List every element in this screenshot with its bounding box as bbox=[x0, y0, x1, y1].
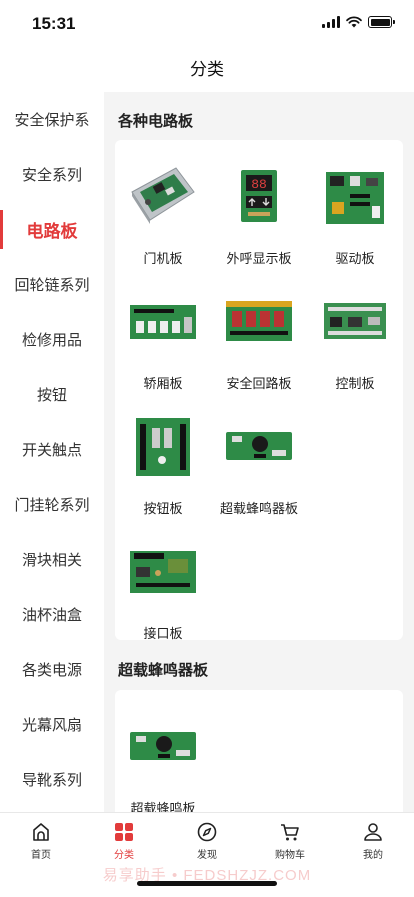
svg-text:88: 88 bbox=[251, 177, 267, 192]
product-car-board[interactable]: 轿厢板 bbox=[115, 275, 211, 400]
status-bar: 15:31 bbox=[0, 0, 414, 48]
product-label: 外呼显示板 bbox=[226, 251, 292, 266]
product-label: 超载蜂鸣器板 bbox=[219, 501, 298, 516]
product-label: 超载蜂鸣板 bbox=[130, 801, 196, 812]
product-button-board[interactable]: 按钮板 bbox=[115, 400, 211, 525]
tab-cart[interactable]: 购物车 bbox=[249, 821, 331, 861]
tab-label: 分类 bbox=[114, 850, 134, 861]
buzzer-board-image bbox=[224, 412, 294, 482]
interface-board-image bbox=[128, 537, 198, 607]
page-title: 分类 bbox=[190, 60, 224, 79]
product-door-board[interactable]: 门机板 bbox=[115, 150, 211, 275]
section-title: 各种电路板 bbox=[118, 113, 194, 130]
sidebar-item-chain-series[interactable]: 回轮链系列 bbox=[0, 257, 104, 312]
product-interface-board[interactable]: 接口板 bbox=[115, 525, 211, 650]
product-safety-loop-board[interactable]: 安全回路板 bbox=[211, 275, 307, 400]
tab-profile[interactable]: 我的 bbox=[332, 821, 414, 861]
product-label: 接口板 bbox=[143, 626, 183, 641]
nav-bar: 分类 bbox=[0, 48, 414, 92]
product-label: 驱动板 bbox=[335, 251, 375, 266]
car-board-image bbox=[128, 287, 198, 357]
product-label: 按钮板 bbox=[143, 501, 183, 516]
sidebar-item-switch-contacts[interactable]: 开关触点 bbox=[0, 422, 104, 477]
product-buzzer-board-2[interactable]: 超载蜂鸣板 bbox=[115, 700, 211, 812]
tab-label: 发现 bbox=[197, 850, 217, 861]
sidebar-item-guide-shoe[interactable]: 导靴系列 bbox=[0, 752, 104, 807]
tab-label: 首页 bbox=[31, 850, 51, 861]
tab-home[interactable]: 首页 bbox=[0, 821, 82, 861]
product-label: 安全回路板 bbox=[226, 376, 292, 391]
product-buzzer-board[interactable]: 超载蜂鸣器板 bbox=[211, 400, 307, 525]
profile-icon bbox=[364, 823, 382, 841]
display-board-image: 88 bbox=[224, 162, 294, 232]
product-display-board[interactable]: 88 外呼显示板 bbox=[211, 150, 307, 275]
drive-board-image bbox=[320, 162, 390, 232]
sidebar-item-safety-series[interactable]: 安全系列 bbox=[0, 147, 104, 202]
product-card: 超载蜂鸣板 bbox=[115, 690, 403, 812]
product-card: 门机板 88 外呼显示板 驱动板 轿厢板 安全回路板 控制板 按钮板 超载蜂鸣器… bbox=[115, 140, 403, 641]
control-board-image bbox=[320, 287, 390, 357]
sidebar-item-light-curtain[interactable]: 光幕风扇 bbox=[0, 697, 104, 752]
product-label: 轿厢板 bbox=[143, 376, 183, 391]
status-time: 15:31 bbox=[32, 14, 76, 33]
door-board-image bbox=[128, 162, 198, 232]
tab-category[interactable]: 分类 bbox=[83, 821, 165, 861]
category-sidebar: 安全保护系 安全系列 电路板 回轮链系列 检修用品 按钮 开关触点 门挂轮系列 … bbox=[0, 92, 104, 812]
product-label: 门机板 bbox=[143, 251, 183, 266]
wifi-icon bbox=[346, 16, 362, 28]
product-control-board[interactable]: 控制板 bbox=[307, 275, 403, 400]
home-icon bbox=[33, 823, 49, 841]
cart-icon bbox=[281, 824, 299, 841]
compass-icon bbox=[197, 822, 217, 842]
buzzer-board-image bbox=[128, 712, 198, 782]
product-drive-board[interactable]: 驱动板 bbox=[307, 150, 403, 275]
product-label: 控制板 bbox=[335, 376, 375, 391]
section-title: 超载蜂鸣器板 bbox=[118, 662, 209, 679]
sidebar-item-buttons[interactable]: 按钮 bbox=[0, 367, 104, 422]
home-indicator bbox=[137, 881, 277, 886]
status-icons bbox=[322, 16, 395, 28]
sidebar-item-oil-cup[interactable]: 油杯油盒 bbox=[0, 587, 104, 642]
sidebar-item-maintenance[interactable]: 检修用品 bbox=[0, 312, 104, 367]
battery-icon bbox=[368, 16, 395, 28]
sidebar-item-circuit-board[interactable]: 电路板 bbox=[0, 202, 104, 257]
category-icon bbox=[115, 823, 133, 841]
button-board-image bbox=[128, 412, 198, 482]
tab-discover[interactable]: 发现 bbox=[166, 821, 248, 861]
safety-loop-board-image bbox=[224, 287, 294, 357]
category-content: 各种电路板 门机板 88 外呼显示板 驱动板 轿厢板 安全回路板 控制板 按钮板… bbox=[104, 92, 414, 812]
sidebar-item-safety-protection[interactable]: 安全保护系 bbox=[0, 92, 104, 147]
sidebar-item-slider[interactable]: 滑块相关 bbox=[0, 532, 104, 587]
cellular-signal-icon bbox=[322, 16, 340, 28]
sidebar-item-door-hanger[interactable]: 门挂轮系列 bbox=[0, 477, 104, 532]
tab-label: 购物车 bbox=[275, 850, 305, 861]
tab-label: 我的 bbox=[363, 850, 383, 861]
sidebar-item-power-supply[interactable]: 各类电源 bbox=[0, 642, 104, 697]
